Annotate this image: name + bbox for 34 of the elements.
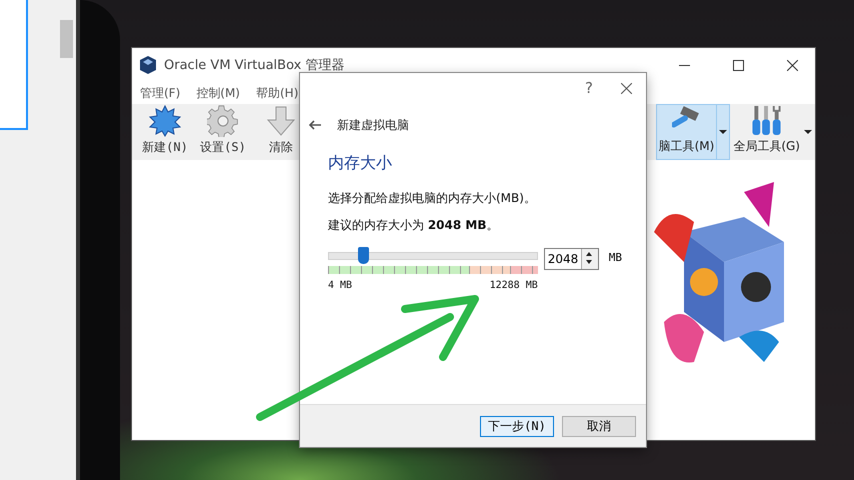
scrollbar-thumb[interactable] xyxy=(60,20,73,58)
cube-icon xyxy=(140,56,156,74)
window-title: Oracle VM VirtualBox 管理器 xyxy=(164,57,346,74)
dropdown-caret-icon[interactable] xyxy=(804,130,812,134)
close-icon[interactable] xyxy=(621,82,632,94)
dialog-button[interactable]: 取消 xyxy=(562,416,636,436)
memory-spinbox[interactable]: 2048 xyxy=(544,248,599,270)
toolbar-button[interactable]: 清除 xyxy=(252,104,310,160)
dropdown-caret-icon[interactable] xyxy=(719,130,728,134)
down-arrow-icon xyxy=(265,105,297,137)
toolbar-button[interactable]: 新建(N) xyxy=(136,104,194,160)
menu-item[interactable]: 帮助(H) xyxy=(256,84,298,102)
toolbar-button[interactable]: 设置(S) xyxy=(194,104,252,160)
maximize-icon[interactable] xyxy=(732,60,744,70)
help-button[interactable]: ? xyxy=(585,79,593,97)
section-heading: 内存大小 xyxy=(328,153,393,174)
slider-thumb[interactable] xyxy=(358,247,370,264)
max-label: 12288 MB xyxy=(490,280,538,291)
tools-label: 全局工具(G) xyxy=(733,138,800,155)
min-label: 4 MB xyxy=(328,280,352,291)
description-text: 选择分配给虚拟电脑的内存大小(MB)。 xyxy=(328,190,537,207)
menu-item[interactable]: 控制(M) xyxy=(196,84,240,102)
starburst-icon xyxy=(149,105,181,137)
close-icon[interactable] xyxy=(786,60,798,70)
recommendation-text: 建议的内存大小为 2048 MB。 xyxy=(328,217,500,234)
tools-button[interactable]: 全局工具(G) xyxy=(730,104,815,160)
minimize-icon[interactable] xyxy=(678,64,690,66)
dialog-button[interactable]: 下一步(N) xyxy=(480,416,554,436)
menu-item[interactable]: 管理(F) xyxy=(140,84,180,102)
unit-label: MB xyxy=(608,251,622,264)
dialog-title: 新建虚拟电脑 xyxy=(337,116,409,134)
back-arrow-icon[interactable] xyxy=(308,120,321,130)
tools-label: 脑工具(M) xyxy=(658,138,714,155)
tools-button[interactable]: 脑工具(M) xyxy=(656,104,730,160)
